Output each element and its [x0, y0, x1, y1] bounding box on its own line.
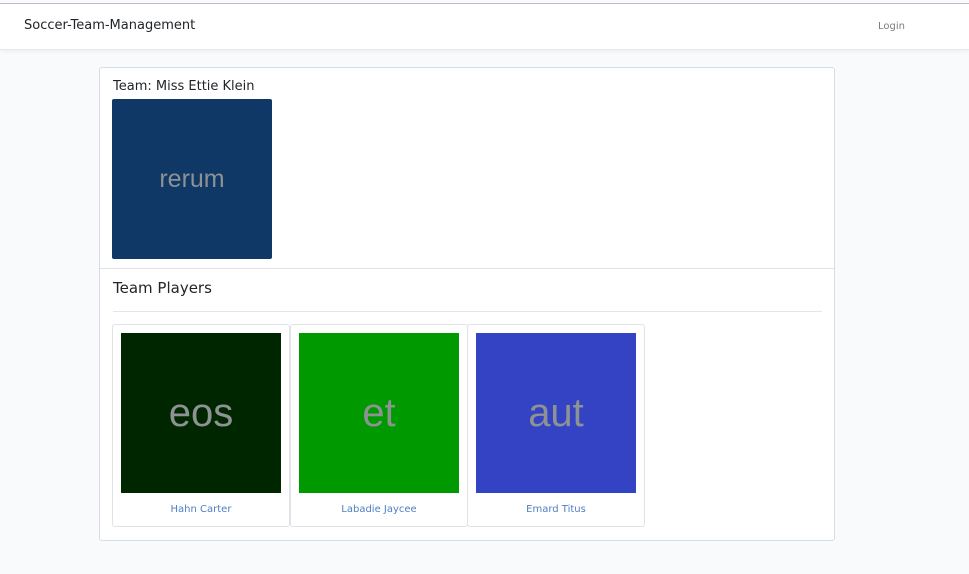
- team-title: Team: Miss Ettie Klein: [113, 79, 255, 94]
- player-name-link[interactable]: Emard Titus: [468, 504, 644, 515]
- player-image: eos: [121, 333, 281, 493]
- team-logo-text: rerum: [159, 164, 225, 193]
- players-section-title: Team Players: [113, 279, 212, 297]
- team-logo-image: rerum: [112, 99, 272, 259]
- navbar: Soccer-Team-Management Login: [0, 4, 969, 50]
- player-card: aut Emard Titus: [467, 324, 645, 527]
- section-divider: [113, 311, 822, 312]
- player-image-text: aut: [528, 390, 584, 435]
- player-image-text: et: [362, 390, 396, 435]
- player-card: eos Hahn Carter: [112, 324, 290, 527]
- player-name-link[interactable]: Labadie Jaycee: [291, 504, 467, 515]
- player-card: et Labadie Jaycee: [290, 324, 468, 527]
- navbar-brand[interactable]: Soccer-Team-Management: [24, 18, 195, 33]
- team-card: Team: Miss Ettie Klein rerum Team Player…: [99, 67, 835, 541]
- login-link[interactable]: Login: [878, 21, 905, 32]
- player-image: aut: [476, 333, 636, 493]
- team-header: Team: Miss Ettie Klein rerum: [100, 68, 834, 269]
- player-name-link[interactable]: Hahn Carter: [113, 504, 289, 515]
- player-image-text: eos: [168, 390, 234, 435]
- player-image: et: [299, 333, 459, 493]
